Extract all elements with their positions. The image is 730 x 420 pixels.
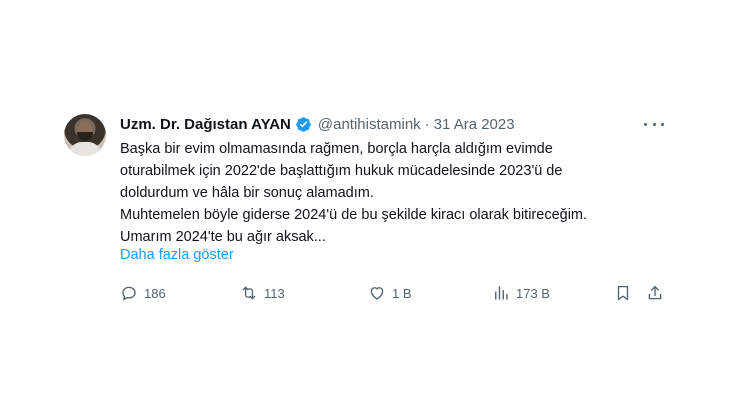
share-icon [648,285,662,300]
author-handle[interactable]: @antihistamink [318,116,421,133]
repost-button[interactable]: 113 [240,282,285,304]
reply-count: 186 [144,285,166,301]
verified-badge-icon [296,117,311,132]
tweet-line: doldurdum ve hâla bir sonuç alamadım. [120,185,374,201]
action-bar: 186 113 1 B 173 B [120,282,668,304]
repost-icon [242,286,256,300]
tweet-line: Muhtemelen böyle giderse 2024'ü de bu şe… [120,207,588,223]
bookmark-button[interactable] [614,282,632,304]
views-button[interactable]: 173 B [492,282,550,304]
repost-count: 113 [264,285,285,301]
share-button[interactable] [646,282,664,304]
tweet-line: Umarım 2024'te bu ağır aksak... [120,229,326,245]
tweet-line: oturabilmek için 2022'de başlattığım huk… [120,163,563,179]
like-count: 1 B [392,285,412,301]
reply-button[interactable]: 186 [120,282,166,304]
separator-dot: · [424,116,430,133]
reply-icon [122,286,136,301]
views-icon [495,286,508,300]
like-icon [370,287,384,300]
tweet-line: Başka bir evim olmamasında rağmen, borçl… [120,141,553,157]
like-button[interactable]: 1 B [368,282,412,304]
author-name[interactable]: Uzm. Dr. Dağıstan AYAN [120,116,291,133]
show-more-link[interactable]: Daha fazla göster [120,247,234,263]
tweet-card[interactable]: Uzm. Dr. Dağıstan AYAN @antihistamink · … [62,106,670,316]
views-count: 173 B [516,285,550,301]
bookmark-icon [617,285,629,301]
tweet-header: Uzm. Dr. Dağıstan AYAN @antihistamink · … [120,116,515,133]
tweet-text: Başka bir evim olmamasında rağmen, borçl… [120,138,680,248]
avatar[interactable] [64,114,106,156]
more-icon[interactable] [644,116,664,132]
tweet-date[interactable]: 31 Ara 2023 [434,116,515,133]
